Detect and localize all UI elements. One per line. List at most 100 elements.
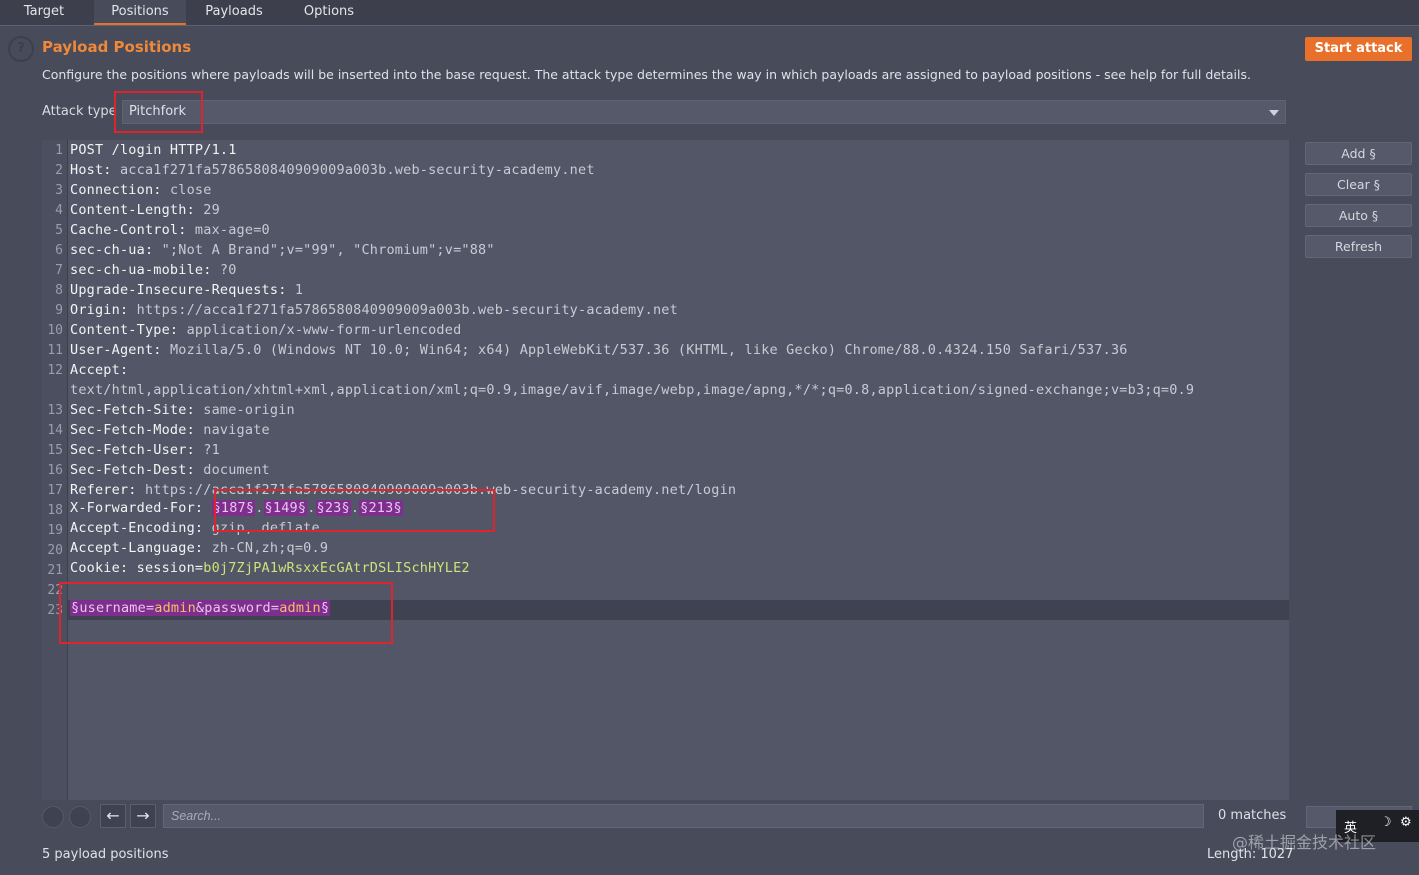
- cookie-key: Cookie: session=: [70, 560, 204, 576]
- code-line: sec-ch-ua: ";Not A Brand";v="99", "Chrom…: [70, 242, 495, 258]
- xff-separator: .: [350, 500, 360, 516]
- line-number: 16: [47, 463, 63, 478]
- header-key: POST /login HTTP/1.1: [70, 142, 237, 158]
- header-value: text/html,application/xhtml+xml,applicat…: [70, 382, 1195, 398]
- header-key: Content-Type:: [70, 322, 187, 338]
- header-value: ?0: [219, 262, 237, 278]
- request-editor[interactable]: 1 2 3 4 5 6 7 8 9 10 11 12 13 14 15 16 17 18 19 20 21 22 23 PO…: [42, 140, 1289, 800]
- header-key: Accept:: [70, 362, 137, 378]
- header-value: same-origin: [203, 402, 295, 418]
- auto-marker-button[interactable]: Auto §: [1305, 204, 1412, 227]
- line-number: 11: [47, 343, 63, 358]
- code-line-xff: X-Forwarded-For: §187§.§149§.§23§.§213§: [70, 500, 403, 516]
- code-line: Accept:: [70, 362, 137, 378]
- watermark: @稀土掘金技术社区: [1232, 833, 1377, 852]
- header-key: Referer:: [70, 482, 145, 498]
- start-attack-button[interactable]: Start attack: [1305, 37, 1412, 61]
- header-value: close: [169, 182, 212, 198]
- add-marker-button[interactable]: Add §: [1305, 142, 1412, 165]
- clear-marker-button[interactable]: Clear §: [1305, 173, 1412, 196]
- line-number: 6: [55, 243, 63, 258]
- line-number: 1: [55, 143, 63, 158]
- settings-circle-icon[interactable]: [69, 806, 91, 828]
- line-number: 4: [55, 203, 63, 218]
- chevron-down-icon: [1269, 110, 1279, 116]
- code-line: Upgrade-Insecure-Requests: 1: [70, 282, 303, 298]
- header-value: gzip, deflate: [211, 520, 320, 536]
- code-line: Sec-Fetch-Site: same-origin: [70, 402, 295, 418]
- header-key: Origin:: [70, 302, 137, 318]
- header-key: Accept-Language:: [70, 540, 212, 556]
- line-number: 13: [47, 403, 63, 418]
- xff-separator: .: [255, 500, 264, 516]
- code-line-body: §username=admin&password=admin§: [70, 600, 331, 616]
- code-line: POST /login HTTP/1.1: [70, 142, 237, 158]
- header-key: Sec-Fetch-Site:: [70, 402, 204, 418]
- header-key: Accept-Encoding:: [70, 520, 212, 536]
- body-value-username: admin: [154, 600, 196, 616]
- code-line-cookie: Cookie: session=b0j7ZjPA1wRsxxEcGAtrDSLI…: [70, 560, 470, 576]
- line-number: 17: [47, 483, 63, 498]
- payload-marker: §213§: [359, 500, 403, 516]
- arrow-right-icon[interactable]: →: [130, 804, 156, 828]
- code-line: Connection: close: [70, 182, 212, 198]
- line-number: 14: [47, 423, 63, 438]
- code-line: Accept-Encoding: gzip, deflate: [70, 520, 320, 536]
- code-line: Sec-Fetch-Mode: navigate: [70, 422, 270, 438]
- header-value: ?1: [203, 442, 220, 458]
- attack-type-select[interactable]: Pitchfork: [122, 100, 1286, 124]
- line-number: 3: [55, 183, 63, 198]
- code-line: Content-Length: 29: [70, 202, 220, 218]
- header-key: sec-ch-ua:: [70, 242, 162, 258]
- code-line: Sec-Fetch-Dest: document: [70, 462, 270, 478]
- search-bar: ← →: [42, 802, 1289, 830]
- header-key: Cache-Control:: [70, 222, 195, 238]
- line-number: 10: [47, 323, 63, 338]
- question-circle-icon[interactable]: ?: [8, 36, 34, 62]
- code-line: Host: acca1f271fa5786580840909009a003b.w…: [70, 162, 595, 178]
- tab-payloads[interactable]: Payloads: [196, 0, 272, 25]
- header-key: Sec-Fetch-Dest:: [70, 462, 204, 478]
- line-number: 23: [47, 603, 63, 618]
- help-circle-icon[interactable]: [42, 806, 64, 828]
- code-line: Accept-Language: zh-CN,zh;q=0.9: [70, 540, 328, 556]
- code-line: text/html,application/xhtml+xml,applicat…: [70, 382, 1194, 398]
- line-gutter: 1 2 3 4 5 6 7 8 9 10 11 12 13 14 15 16 17 18 19 20 21 22 23: [42, 140, 68, 800]
- tab-options[interactable]: Options: [294, 0, 364, 25]
- header-value: document: [203, 462, 270, 478]
- body-key-password: &password=: [195, 600, 280, 616]
- code-line: sec-ch-ua-mobile: ?0: [70, 262, 237, 278]
- page-description: Configure the positions where payloads w…: [42, 67, 1251, 82]
- tab-target[interactable]: Target: [14, 0, 74, 25]
- header-value: navigate: [203, 422, 270, 438]
- line-number: 7: [55, 263, 63, 278]
- payload-marker: §149§: [263, 500, 308, 516]
- code-line: Cache-Control: max-age=0: [70, 222, 270, 238]
- line-number: 2: [55, 163, 63, 178]
- page-title: Payload Positions: [42, 38, 192, 56]
- marker-close: §: [320, 600, 330, 616]
- header-value: ";Not A Brand";v="99", "Chromium";v="88": [161, 242, 495, 258]
- header-value: acca1f271fa5786580840909009a003b.web-sec…: [119, 162, 595, 178]
- payload-marker: §23§: [315, 500, 351, 516]
- body-key-username: username=: [79, 600, 155, 616]
- header-value: application/x-www-form-urlencoded: [186, 322, 462, 338]
- code-line: Sec-Fetch-User: ?1: [70, 442, 220, 458]
- code-line: User-Agent: Mozilla/5.0 (Windows NT 10.0…: [70, 342, 1128, 358]
- line-number: 15: [47, 443, 63, 458]
- refresh-button[interactable]: Refresh: [1305, 235, 1412, 258]
- arrow-left-icon[interactable]: ←: [100, 804, 126, 828]
- payload-marker: §187§: [211, 500, 256, 516]
- header-value: 29: [203, 202, 220, 218]
- body-value-password: admin: [279, 600, 321, 616]
- header-key: Upgrade-Insecure-Requests:: [70, 282, 295, 298]
- header-key: Host:: [70, 162, 120, 178]
- tab-positions[interactable]: Positions: [94, 0, 186, 25]
- header-key: Sec-Fetch-User:: [70, 442, 204, 458]
- search-input[interactable]: [163, 804, 1204, 828]
- header-value: https://acca1f271fa5786580840909009a003b…: [136, 302, 678, 318]
- line-number: 21: [47, 563, 63, 578]
- line-number: 22: [47, 583, 63, 598]
- header-value: https://acca1f271fa5786580840909009a003b…: [144, 482, 737, 498]
- header-value: zh-CN,zh;q=0.9: [211, 540, 329, 556]
